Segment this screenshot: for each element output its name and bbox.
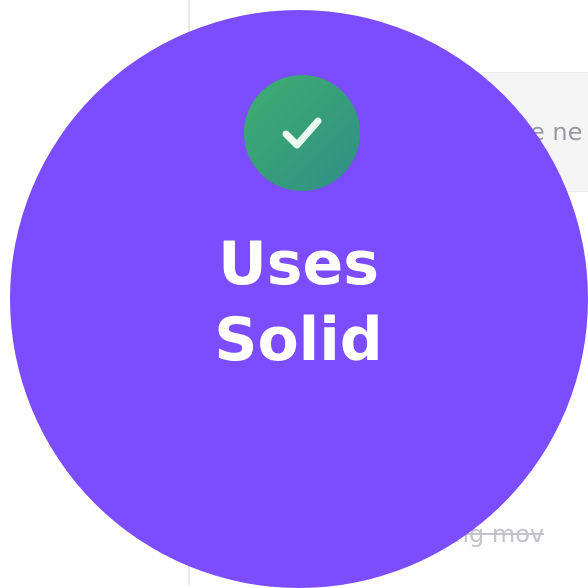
badge-title: Uses Solid (0, 226, 588, 378)
badge-title-line1: Uses (218, 229, 379, 299)
check-icon (244, 75, 360, 191)
badge-title-line2: Solid (214, 305, 383, 375)
